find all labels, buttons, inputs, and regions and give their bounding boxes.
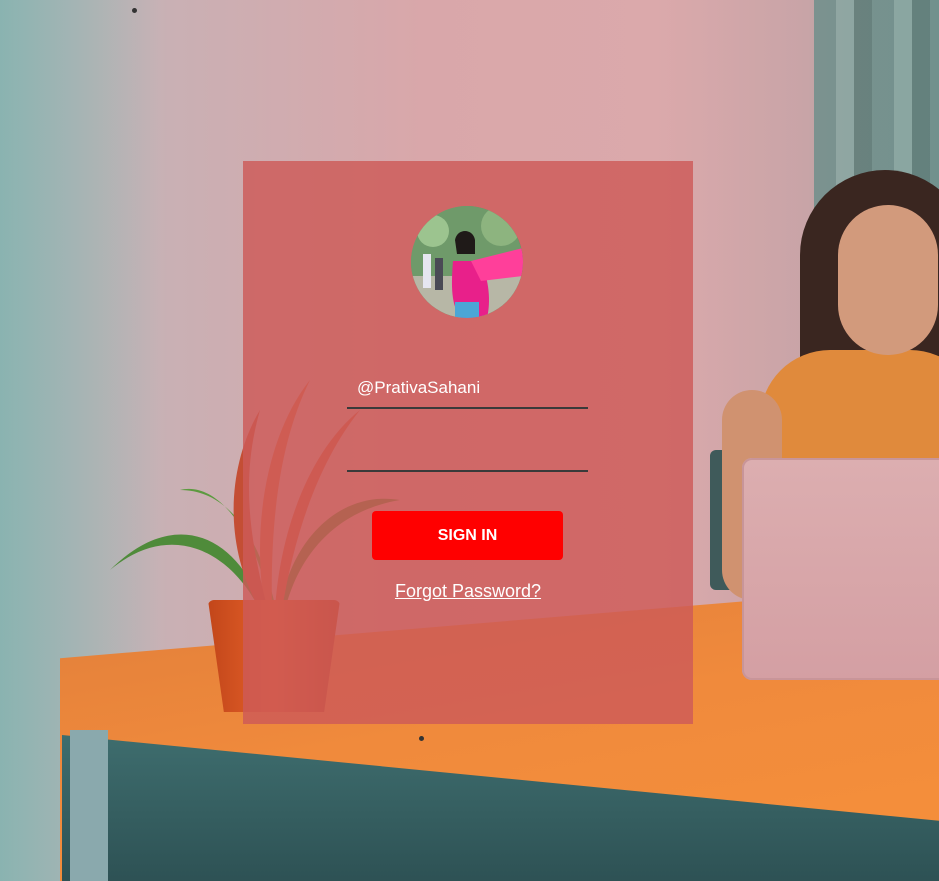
- woman-face: [838, 205, 938, 355]
- dust-dot: [419, 736, 424, 741]
- username-input[interactable]: [347, 369, 588, 409]
- forgot-password-link[interactable]: Forgot Password?: [243, 581, 693, 602]
- password-input[interactable]: [347, 432, 588, 472]
- sign-in-button[interactable]: SIGN IN: [372, 511, 563, 560]
- login-card: SIGN IN Forgot Password?: [243, 161, 693, 724]
- profile-avatar: [411, 206, 523, 318]
- desk-leg: [70, 730, 108, 881]
- profile-photo-icon: [411, 206, 523, 318]
- dust-dot: [132, 8, 137, 13]
- laptop: [742, 458, 939, 680]
